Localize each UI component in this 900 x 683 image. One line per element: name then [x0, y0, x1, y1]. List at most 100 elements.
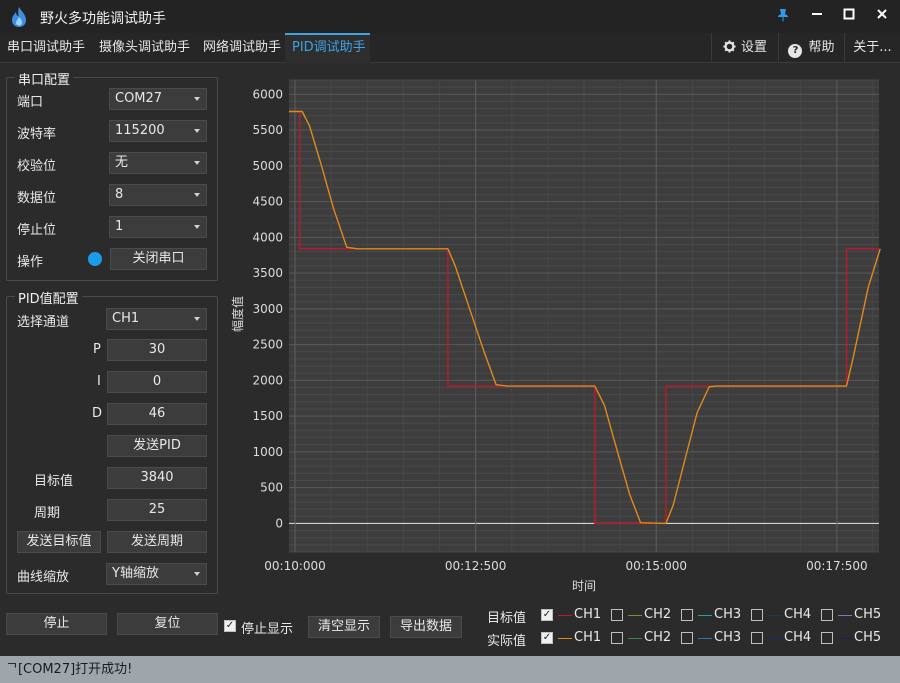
target-ch2-checkbox[interactable] — [611, 609, 623, 621]
y-tick-label: 2500 — [252, 338, 283, 352]
actual-ch5-color-swatch — [838, 638, 852, 639]
chevron-down-icon — [194, 161, 200, 165]
i-input[interactable]: 0 — [107, 371, 207, 393]
actual-ch1-label: CH1 — [574, 630, 602, 645]
tab-camera[interactable]: 摄像头调试助手 — [92, 33, 196, 63]
target-ch1-label: CH1 — [574, 607, 602, 622]
send-target-button[interactable]: 发送目标值 — [17, 531, 101, 553]
channel-label: 选择通道 — [17, 315, 70, 330]
pid-config-title: PID值配置 — [15, 288, 82, 307]
target-input[interactable]: 3840 — [107, 467, 207, 489]
parity-label: 校验位 — [17, 159, 57, 174]
actual-ch2-label: CH2 — [644, 630, 672, 645]
pid-chart[interactable]: 0 500 1000 1500 2000 2500 3000 3500 4000 4500 5000… — [230, 70, 890, 600]
gear-icon — [723, 40, 736, 53]
chevron-down-icon — [194, 225, 200, 229]
chevron-down-icon — [194, 317, 200, 321]
pin-icon[interactable] — [770, 4, 796, 28]
d-input[interactable]: 46 — [107, 403, 207, 425]
target-label: 目标值 — [34, 474, 74, 489]
y-tick-label: 3500 — [252, 266, 283, 280]
target-ch4-color-swatch — [768, 615, 782, 616]
tab-network[interactable]: 网络调试助手 — [196, 33, 284, 63]
status-bar: ᄀ[COM27]打开成功! — [0, 656, 900, 683]
port-status-indicator — [88, 252, 102, 266]
target-ch5-color-swatch — [838, 615, 852, 616]
parity-value: 无 — [115, 155, 129, 170]
maximize-button[interactable] — [836, 4, 862, 28]
actual-ch5-label: CH5 — [854, 630, 882, 645]
export-data-button[interactable]: 导出数据 — [390, 616, 462, 638]
p-input[interactable]: 30 — [107, 339, 207, 361]
zoom-label: 曲线缩放 — [17, 570, 70, 585]
channel-select[interactable]: CH1 — [106, 308, 207, 330]
tab-pid[interactable]: PID调试助手 — [285, 33, 370, 63]
actual-ch4-checkbox[interactable] — [751, 632, 763, 644]
stopbits-select[interactable]: 1 — [109, 216, 207, 238]
target-ch1-color-swatch — [558, 615, 572, 616]
parity-select[interactable]: 无 — [109, 152, 207, 174]
port-value: COM27 — [115, 91, 163, 106]
target-ch1-checkbox[interactable]: ✓ — [541, 609, 553, 621]
x-tick-label: 00:15:000 — [625, 559, 687, 573]
send-pid-button[interactable]: 发送PID — [107, 435, 207, 457]
target-ch3-color-swatch — [698, 615, 712, 616]
about-button[interactable]: 关于... — [844, 33, 900, 63]
target-ch5-checkbox[interactable] — [821, 609, 833, 621]
period-input[interactable]: 25 — [107, 499, 207, 521]
target-ch4-label: CH4 — [784, 607, 812, 622]
y-tick-label: 0 — [275, 516, 283, 530]
zoom-select[interactable]: Y轴缩放 — [106, 563, 207, 585]
settings-label: 设置 — [740, 40, 767, 55]
minimize-button[interactable] — [804, 4, 830, 28]
port-select[interactable]: COM27 — [109, 88, 207, 110]
databits-select[interactable]: 8 — [109, 184, 207, 206]
actual-ch5-checkbox[interactable] — [821, 632, 833, 644]
tab-serial[interactable]: 串口调试助手 — [0, 33, 92, 63]
target-ch2-color-swatch — [628, 615, 642, 616]
target-row-label: 目标值 — [487, 611, 527, 626]
actual-row-label: 实际值 — [487, 634, 527, 649]
actual-ch1-color-swatch — [558, 638, 572, 639]
x-tick-label: 00:17:500 — [806, 559, 868, 573]
channel-value: CH1 — [112, 311, 140, 326]
actual-ch2-color-swatch — [628, 638, 642, 639]
help-label: 帮助 — [808, 40, 835, 55]
y-tick-label: 6000 — [252, 87, 283, 101]
baud-select[interactable]: 115200 — [109, 120, 207, 142]
actual-ch2-checkbox[interactable] — [611, 632, 623, 644]
close-button[interactable] — [869, 4, 895, 28]
actual-ch4-color-swatch — [768, 638, 782, 639]
target-ch3-label: CH3 — [714, 607, 742, 622]
help-button[interactable]: ? 帮助 — [778, 33, 844, 63]
send-period-button[interactable]: 发送周期 — [107, 531, 207, 553]
stop-button[interactable]: 停止 — [6, 613, 107, 635]
p-label: P — [93, 342, 101, 357]
question-icon: ? — [788, 44, 803, 58]
target-ch2-label: CH2 — [644, 607, 672, 622]
chevron-down-icon — [194, 129, 200, 133]
serial-config-title: 串口配置 — [15, 69, 74, 88]
y-tick-label: 1000 — [252, 445, 283, 459]
settings-button[interactable]: 设置 — [711, 33, 778, 63]
close-port-button[interactable]: 关闭串口 — [110, 248, 207, 270]
y-tick-label: 4000 — [252, 230, 283, 244]
actual-ch3-label: CH3 — [714, 630, 742, 645]
chevron-down-icon — [194, 97, 200, 101]
actual-ch3-checkbox[interactable] — [681, 632, 693, 644]
x-axis-label: 时间 — [572, 579, 596, 593]
target-ch4-checkbox[interactable] — [751, 609, 763, 621]
x-tick-label: 00:12:500 — [445, 559, 507, 573]
actual-ch1-checkbox[interactable]: ✓ — [541, 632, 553, 644]
flame-logo-icon — [12, 7, 26, 27]
target-ch3-checkbox[interactable] — [681, 609, 693, 621]
y-tick-label: 1500 — [252, 409, 283, 423]
stopbits-label: 停止位 — [17, 223, 57, 238]
reset-button[interactable]: 复位 — [117, 613, 218, 635]
port-label: 端口 — [17, 95, 44, 110]
stop-display-checkbox[interactable]: ✓ — [224, 620, 236, 632]
baud-label: 波特率 — [17, 127, 57, 142]
clear-display-button[interactable]: 清空显示 — [308, 616, 380, 638]
y-axis-label: 幅度值 — [230, 296, 245, 332]
operation-label: 操作 — [17, 255, 44, 270]
